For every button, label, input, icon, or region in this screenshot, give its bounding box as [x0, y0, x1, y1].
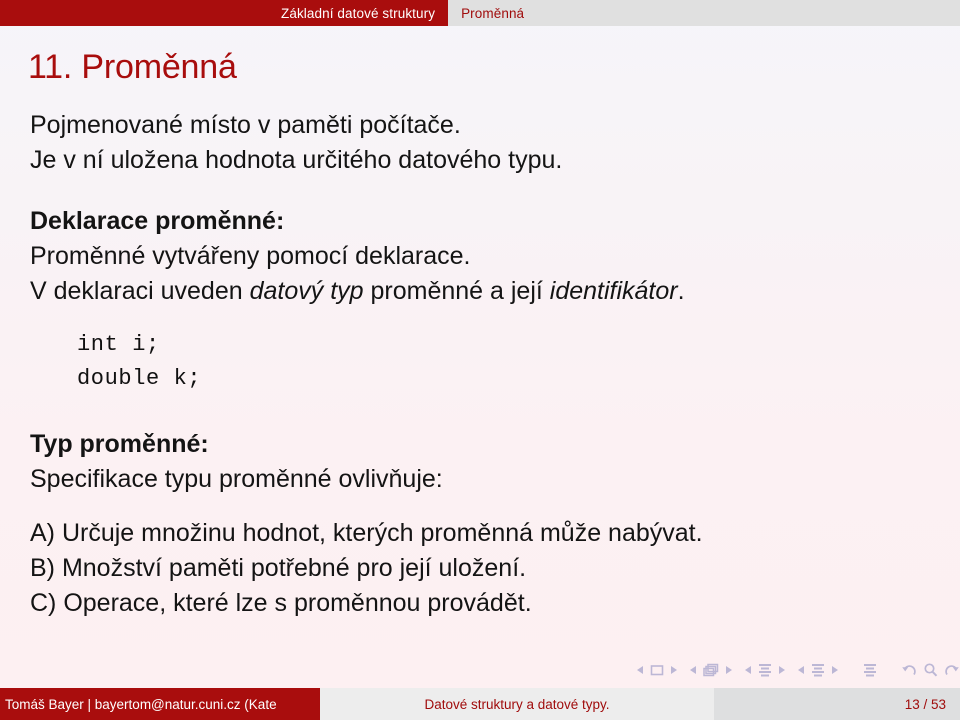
nav-group-section — [797, 662, 839, 678]
document-icon[interactable] — [862, 662, 878, 678]
nav-group-slide — [636, 663, 678, 677]
frame-icon[interactable] — [702, 662, 720, 678]
slide-content: 11. Proměnná Pojmenované místo v paměti … — [0, 26, 960, 686]
section-icon[interactable] — [810, 662, 826, 678]
headline-left-fill — [0, 0, 268, 26]
frame-title: 11. Proměnná — [28, 48, 237, 86]
frame-prev-icon[interactable] — [689, 664, 698, 676]
body-line-1: Pojmenované místo v paměti počítače. — [30, 111, 461, 139]
heading-deklarace-promenne: Deklarace proměnné: — [30, 207, 285, 235]
headline-navigation-bar: Základní datové struktury Proměnná — [0, 0, 960, 26]
headline-right-fill — [537, 0, 960, 26]
subsection-next-icon[interactable] — [777, 664, 786, 676]
slide-next-icon[interactable] — [669, 664, 678, 676]
nav-group-frame — [689, 662, 733, 678]
subsection-tab-promenna[interactable]: Proměnná — [448, 0, 538, 26]
body-line-5-emph-identifikator: identifikátor — [549, 277, 678, 305]
subsection-icon[interactable] — [757, 662, 773, 678]
go-back-icon[interactable] — [901, 662, 918, 678]
slide-body: Pojmenované místo v paměti počítače. Je … — [30, 108, 930, 621]
body-line-5-part-a: V deklaraci uveden — [30, 277, 250, 305]
footer-presentation-title: Datové struktury a datové typy. — [320, 688, 714, 720]
body-line-5: V deklaraci uveden datový typ proměnné a… — [30, 274, 930, 309]
nav-group-document — [862, 662, 878, 678]
footline: Tomáš Bayer | bayertom@natur.cuni.cz (Ka… — [0, 688, 960, 720]
slide-icon[interactable] — [649, 663, 665, 677]
go-forward-icon[interactable] — [943, 662, 960, 678]
frame-next-icon[interactable] — [724, 664, 733, 676]
code-line-int-i: int i; — [77, 332, 160, 357]
nav-group-subsection — [744, 662, 786, 678]
beamer-navigation-symbols — [636, 659, 960, 681]
body-line-2: Je v ní uložena hodnota určitého datovéh… — [30, 146, 563, 174]
section-prev-icon[interactable] — [797, 664, 806, 676]
heading-typ-promenne: Typ proměnné: — [30, 430, 209, 458]
body-item-c: C) Operace, které lze s proměnnou provád… — [30, 589, 532, 617]
presentation-slide: Základní datové struktury Proměnná 11. P… — [0, 0, 960, 720]
section-next-icon[interactable] — [830, 664, 839, 676]
body-item-a: A) Určuje množinu hodnot, kterých proměn… — [30, 519, 703, 547]
body-line-5-part-c: proměnné a její — [363, 277, 550, 305]
footer-author: Tomáš Bayer | bayertom@natur.cuni.cz (Ka… — [0, 688, 320, 720]
slide-prev-icon[interactable] — [636, 664, 645, 676]
nav-group-history — [901, 662, 960, 678]
body-line-4: Proměnné vytvářeny pomocí deklarace. — [30, 242, 471, 270]
body-line-5-emph-datovy-typ: datový typ — [249, 277, 364, 305]
body-item-b: B) Množství paměti potřebné pro její ulo… — [30, 554, 527, 582]
search-icon[interactable] — [922, 662, 939, 678]
footer-page-number: 13 / 53 — [714, 688, 960, 720]
body-line-5-part-e: . — [677, 277, 685, 305]
subsection-prev-icon[interactable] — [744, 664, 753, 676]
code-line-double-k: double k; — [77, 366, 202, 391]
section-tab-zakladni-datove-struktury[interactable]: Základní datové struktury — [268, 0, 449, 26]
body-line-7: Specifikace typu proměnné ovlivňuje: — [30, 465, 443, 493]
